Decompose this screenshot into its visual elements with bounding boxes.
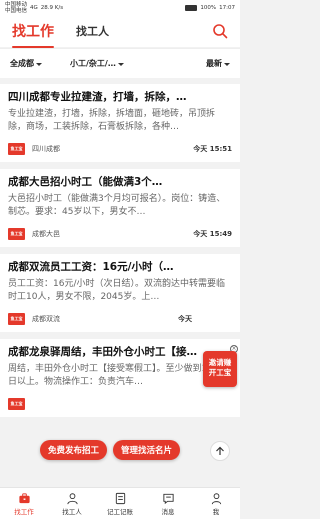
chevron-down-icon: [117, 62, 124, 66]
job-meta: 鱼工宝 成都大邑 今天 15:49: [8, 227, 232, 241]
job-description: 员工工资：16元/小时（次日结）。双流韵达中转需要临时工10人，男女不限，204…: [8, 279, 225, 302]
tabbar-item-me[interactable]: 我: [192, 488, 240, 519]
tabbar-label: 消息: [161, 508, 175, 516]
scroll-top-button[interactable]: [210, 441, 230, 461]
ledger-icon: [115, 492, 125, 505]
job-card[interactable]: 成都大邑招小时工（能做满3个… 大邑招小时工（能做满3个月均可报名）。岗位：铸造…: [0, 169, 240, 247]
battery-icon: [185, 4, 198, 11]
user-icon: [211, 493, 221, 505]
status-left: 中国移动 中国电信 4G 28.9 K/s: [5, 2, 63, 14]
briefcase-icon: [18, 493, 30, 504]
city-filter-label: 全成都: [10, 59, 34, 68]
chevron-down-icon: [224, 62, 230, 66]
job-time: 今天: [178, 315, 192, 323]
carrier-2: 中国电信: [5, 7, 28, 14]
company-logo: 鱼工宝: [8, 398, 25, 410]
promo-line-2: 开工宝: [208, 368, 232, 377]
network-speed: 28.9 K/s: [40, 4, 64, 11]
action-bar: 免费发布招工 管理找活名片: [40, 440, 181, 460]
battery-level: 100%: [200, 4, 217, 11]
network-type: 4G: [30, 4, 38, 11]
tabbar-label: 找工人: [62, 508, 82, 516]
tab-find-job[interactable]: 找工作: [12, 21, 54, 48]
job-description: 专业拉建渣，打墙，拆除，拆墙面，砸地砖，吊顶拆除，商场，工装拆除，石膏板拆除，各…: [8, 109, 216, 132]
sort-filter[interactable]: 最新: [206, 58, 230, 69]
invite-promo-button[interactable]: 邀请赚 开工宝: [203, 351, 237, 387]
tabbar-item-messages[interactable]: 消息: [144, 488, 192, 519]
job-location: 四川成都: [32, 145, 60, 153]
tabbar-label: 记工记账: [107, 508, 133, 516]
job-location: 成都双流: [32, 315, 60, 323]
top-nav: 找工作 找工人: [0, 15, 240, 48]
person-icon: [66, 493, 78, 505]
tabbar-label: 找工作: [14, 508, 34, 516]
job-description: 大邑招小时工（能做满3个月均可报名）。岗位：铸造、制芯。要求：45岁以下，男女不…: [8, 194, 226, 217]
job-list: 四川成都专业拉建渣，打墙，拆除，… 专业拉建渣，打墙，拆除，拆墙面，砸地砖，吊顶…: [0, 79, 240, 487]
post-job-button[interactable]: 免费发布招工: [40, 440, 108, 460]
chevron-down-icon: [36, 62, 42, 66]
job-location: 成都大邑: [32, 230, 60, 238]
manage-card-button[interactable]: 管理找活名片: [113, 440, 181, 460]
bottom-tab-bar: 找工作 找工人 记工记账 消息 我: [0, 487, 240, 519]
company-logo: 鱼工宝: [8, 228, 25, 240]
tab-find-worker[interactable]: 找工人: [76, 23, 109, 39]
filter-bar: 全成都 小工/杂工/… 最新: [0, 48, 240, 78]
company-logo: 鱼工宝: [8, 313, 25, 325]
job-card[interactable]: 成都双流员工工资：16元/小时（… 员工工资：16元/小时（次日结）。双流韵达中…: [0, 254, 240, 332]
company-logo: 鱼工宝: [8, 143, 25, 155]
job-meta: 鱼工宝: [8, 397, 232, 411]
job-meta: 鱼工宝 四川成都 今天 15:51: [8, 142, 232, 156]
search-icon[interactable]: [212, 23, 228, 39]
tabbar-item-find-worker[interactable]: 找工人: [48, 488, 96, 519]
type-filter[interactable]: 小工/杂工/…: [70, 58, 124, 69]
job-description: 周结，丰田外仓小时工【接受寒假工】。至少做到1月26日以上。物流操作工：负责汽车…: [8, 364, 228, 387]
city-filter[interactable]: 全成都: [10, 58, 66, 69]
arrow-up-icon: [216, 446, 224, 455]
type-filter-label: 小工/杂工/…: [70, 59, 116, 68]
job-meta: 鱼工宝 成都双流 今天: [8, 312, 232, 326]
job-title: 四川成都专业拉建渣，打墙，拆除，…: [8, 91, 187, 103]
tabbar-item-ledger[interactable]: 记工记账: [96, 488, 144, 519]
job-time: 今天 15:51: [193, 145, 232, 153]
clock: 17:07: [219, 4, 235, 11]
tabbar-label: 我: [212, 508, 220, 516]
promo-line-1: 邀请赚: [208, 358, 232, 367]
status-bar: 中国移动 中国电信 4G 28.9 K/s 100% 17:07: [0, 0, 240, 15]
job-time: 今天 15:49: [193, 230, 232, 238]
status-right: 100% 17:07: [185, 4, 235, 11]
carriers: 中国移动 中国电信: [5, 2, 27, 14]
job-title: 成都龙泉驿周结，丰田外仓小时工【接…: [8, 346, 197, 358]
sort-filter-label: 最新: [206, 59, 222, 68]
job-title: 成都大邑招小时工（能做满3个…: [8, 176, 163, 188]
tabbar-item-find-job[interactable]: 找工作: [0, 488, 48, 519]
job-card[interactable]: 四川成都专业拉建渣，打墙，拆除，… 专业拉建渣，打墙，拆除，拆墙面，砸地砖，吊顶…: [0, 84, 240, 162]
job-title: 成都双流员工工资：16元/小时（…: [8, 261, 174, 273]
message-icon: [162, 493, 174, 505]
